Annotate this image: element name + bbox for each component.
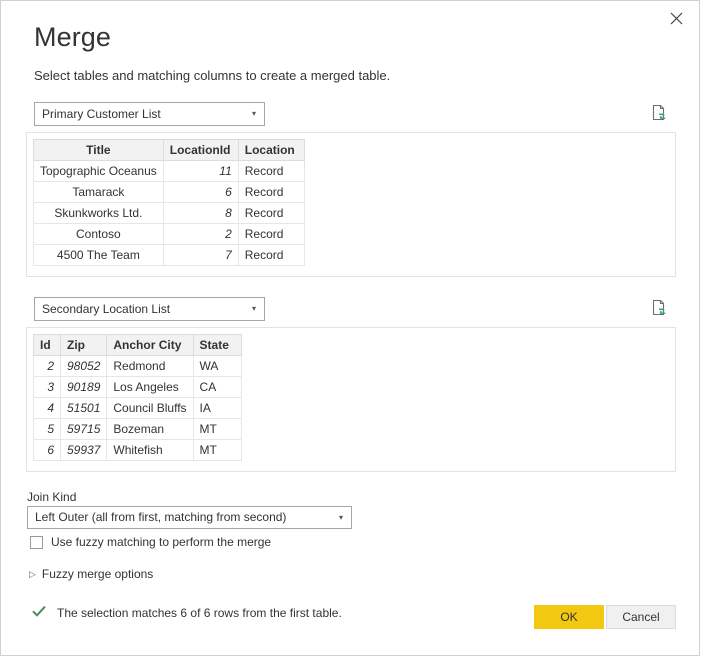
table-cell: Los Angeles xyxy=(107,377,193,398)
fuzzy-matching-checkbox[interactable] xyxy=(30,536,43,549)
table-cell: Record xyxy=(238,203,304,224)
table-cell: Record xyxy=(238,224,304,245)
primary-table-select[interactable]: Primary Customer List ▾ xyxy=(34,102,265,126)
table-cell: Tamarack xyxy=(34,182,164,203)
page-refresh-icon xyxy=(650,112,670,126)
table-cell: 2 xyxy=(34,356,61,377)
fuzzy-matching-label: Use fuzzy matching to perform the merge xyxy=(51,535,271,549)
table-cell: WA xyxy=(193,356,241,377)
column-header-locationid[interactable]: LocationId xyxy=(163,140,238,161)
cancel-button[interactable]: Cancel xyxy=(606,605,676,629)
chevron-down-icon: ▾ xyxy=(252,298,256,320)
table-cell: 98052 xyxy=(61,356,107,377)
column-header-zip[interactable]: Zip xyxy=(61,335,107,356)
fuzzy-matching-checkbox-row[interactable]: Use fuzzy matching to perform the merge xyxy=(30,535,271,549)
page-title: Merge xyxy=(34,21,111,53)
fuzzy-merge-options-label: Fuzzy merge options xyxy=(42,567,153,581)
table-cell: 59937 xyxy=(61,440,107,461)
table-cell: MT xyxy=(193,440,241,461)
table-row: 390189Los AngelesCA xyxy=(34,377,242,398)
page-subtitle: Select tables and matching columns to cr… xyxy=(34,67,390,85)
column-header-state[interactable]: State xyxy=(193,335,241,356)
table-row: Skunkworks Ltd.8Record xyxy=(34,203,305,224)
column-header-id[interactable]: Id xyxy=(34,335,61,356)
table-cell: Redmond xyxy=(107,356,193,377)
table-cell: CA xyxy=(193,377,241,398)
table-cell: 90189 xyxy=(61,377,107,398)
merge-dialog: Merge Select tables and matching columns… xyxy=(0,0,700,656)
table-cell: 11 xyxy=(163,161,238,182)
table-header-row: IdZipAnchor CityState xyxy=(34,335,242,356)
table-row: 451501Council BluffsIA xyxy=(34,398,242,419)
table-row: Contoso2Record xyxy=(34,224,305,245)
table-row: Tamarack6Record xyxy=(34,182,305,203)
join-kind-label: Join Kind xyxy=(27,490,76,504)
column-header-location[interactable]: Location xyxy=(238,140,304,161)
table-cell: MT xyxy=(193,419,241,440)
table-cell: 6 xyxy=(163,182,238,203)
table-cell: Record xyxy=(238,245,304,266)
table-cell: 6 xyxy=(34,440,61,461)
table-cell: Topographic Oceanus xyxy=(34,161,164,182)
table-cell: 4 xyxy=(34,398,61,419)
table-row: Topographic Oceanus11Record xyxy=(34,161,305,182)
table-cell: IA xyxy=(193,398,241,419)
column-header-title[interactable]: Title xyxy=(34,140,164,161)
table-cell: 3 xyxy=(34,377,61,398)
table-cell: Record xyxy=(238,182,304,203)
primary-preview-refresh-button[interactable] xyxy=(650,103,670,123)
table-cell: 51501 xyxy=(61,398,107,419)
table-cell: 7 xyxy=(163,245,238,266)
page-refresh-icon xyxy=(650,307,670,321)
close-icon xyxy=(670,12,683,25)
chevron-down-icon: ▾ xyxy=(252,103,256,125)
table-cell: Bozeman xyxy=(107,419,193,440)
table-cell: Council Bluffs xyxy=(107,398,193,419)
table-cell: 4500 The Team xyxy=(34,245,164,266)
secondary-table-select[interactable]: Secondary Location List ▾ xyxy=(34,297,265,321)
secondary-preview-refresh-button[interactable] xyxy=(650,298,670,318)
table-header-row: TitleLocationIdLocation xyxy=(34,140,305,161)
table-row: 659937WhitefishMT xyxy=(34,440,242,461)
primary-table-value: Primary Customer List xyxy=(42,103,161,125)
primary-preview-container: TitleLocationIdLocation Topographic Ocea… xyxy=(26,132,676,277)
table-cell: Whitefish xyxy=(107,440,193,461)
table-cell: Contoso xyxy=(34,224,164,245)
table-cell: 59715 xyxy=(61,419,107,440)
chevron-right-icon: ▷ xyxy=(29,570,36,579)
secondary-preview-table[interactable]: IdZipAnchor CityState 298052RedmondWA390… xyxy=(33,334,242,461)
ok-button[interactable]: OK xyxy=(534,605,604,629)
join-kind-select[interactable]: Left Outer (all from first, matching fro… xyxy=(27,506,352,529)
secondary-table-value: Secondary Location List xyxy=(42,298,170,320)
status-message-row: The selection matches 6 of 6 rows from t… xyxy=(31,603,342,622)
secondary-preview-container: IdZipAnchor CityState 298052RedmondWA390… xyxy=(26,327,676,472)
status-message: The selection matches 6 of 6 rows from t… xyxy=(57,606,342,620)
checkmark-icon xyxy=(31,603,47,622)
table-cell: Record xyxy=(238,161,304,182)
table-cell: 5 xyxy=(34,419,61,440)
table-cell: 8 xyxy=(163,203,238,224)
table-row: 4500 The Team7Record xyxy=(34,245,305,266)
table-row: 559715BozemanMT xyxy=(34,419,242,440)
table-cell: Skunkworks Ltd. xyxy=(34,203,164,224)
primary-preview-table[interactable]: TitleLocationIdLocation Topographic Ocea… xyxy=(33,139,305,266)
column-header-anchor-city[interactable]: Anchor City xyxy=(107,335,193,356)
fuzzy-merge-options-expander[interactable]: ▷ Fuzzy merge options xyxy=(29,567,153,581)
close-button[interactable] xyxy=(654,2,698,34)
table-row: 298052RedmondWA xyxy=(34,356,242,377)
join-kind-value: Left Outer (all from first, matching fro… xyxy=(35,507,286,528)
table-cell: 2 xyxy=(163,224,238,245)
chevron-down-icon: ▾ xyxy=(339,507,343,529)
